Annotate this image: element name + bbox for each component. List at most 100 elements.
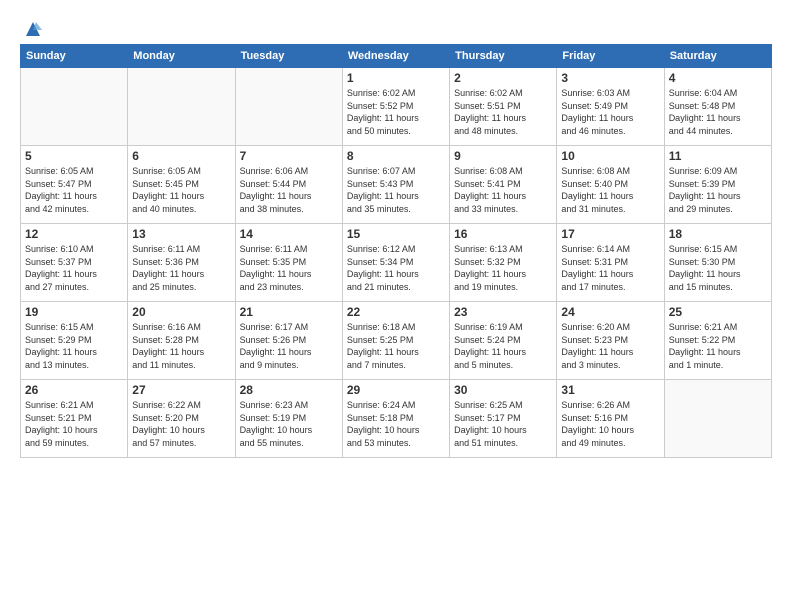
day-number: 6 <box>132 149 230 163</box>
day-info: Sunrise: 6:18 AM Sunset: 5:25 PM Dayligh… <box>347 321 445 371</box>
calendar-cell: 28 Sunrise: 6:23 AM Sunset: 5:19 PM Dayli… <box>235 380 342 458</box>
day-number: 23 <box>454 305 552 319</box>
day-number: 13 <box>132 227 230 241</box>
day-info: Sunrise: 6:20 AM Sunset: 5:23 PM Dayligh… <box>561 321 659 371</box>
weekday-header-sunday: Sunday <box>21 45 128 68</box>
day-number: 1 <box>347 71 445 85</box>
day-info: Sunrise: 6:16 AM Sunset: 5:28 PM Dayligh… <box>132 321 230 371</box>
day-info: Sunrise: 6:12 AM Sunset: 5:34 PM Dayligh… <box>347 243 445 293</box>
day-number: 29 <box>347 383 445 397</box>
calendar-week-row: 26 Sunrise: 6:21 AM Sunset: 5:21 PM Dayli… <box>21 380 772 458</box>
day-number: 30 <box>454 383 552 397</box>
day-info: Sunrise: 6:23 AM Sunset: 5:19 PM Dayligh… <box>240 399 338 449</box>
day-info: Sunrise: 6:11 AM Sunset: 5:36 PM Dayligh… <box>132 243 230 293</box>
weekday-header-tuesday: Tuesday <box>235 45 342 68</box>
weekday-header-wednesday: Wednesday <box>342 45 449 68</box>
calendar-cell <box>21 68 128 146</box>
calendar-cell: 19 Sunrise: 6:15 AM Sunset: 5:29 PM Dayli… <box>21 302 128 380</box>
day-info: Sunrise: 6:25 AM Sunset: 5:17 PM Dayligh… <box>454 399 552 449</box>
calendar-cell: 9 Sunrise: 6:08 AM Sunset: 5:41 PM Daylig… <box>450 146 557 224</box>
day-number: 18 <box>669 227 767 241</box>
day-number: 3 <box>561 71 659 85</box>
calendar-cell: 13 Sunrise: 6:11 AM Sunset: 5:36 PM Dayli… <box>128 224 235 302</box>
day-number: 15 <box>347 227 445 241</box>
day-info: Sunrise: 6:13 AM Sunset: 5:32 PM Dayligh… <box>454 243 552 293</box>
day-info: Sunrise: 6:02 AM Sunset: 5:52 PM Dayligh… <box>347 87 445 137</box>
day-info: Sunrise: 6:15 AM Sunset: 5:29 PM Dayligh… <box>25 321 123 371</box>
calendar-cell: 15 Sunrise: 6:12 AM Sunset: 5:34 PM Dayli… <box>342 224 449 302</box>
header <box>20 18 772 38</box>
day-info: Sunrise: 6:02 AM Sunset: 5:51 PM Dayligh… <box>454 87 552 137</box>
calendar-cell: 11 Sunrise: 6:09 AM Sunset: 5:39 PM Dayli… <box>664 146 771 224</box>
calendar-cell: 12 Sunrise: 6:10 AM Sunset: 5:37 PM Dayli… <box>21 224 128 302</box>
calendar-cell: 8Sunrise: 6:07 AM Sunset: 5:43 PM Daylig… <box>342 146 449 224</box>
calendar-cell: 26 Sunrise: 6:21 AM Sunset: 5:21 PM Dayli… <box>21 380 128 458</box>
calendar-table: SundayMondayTuesdayWednesdayThursdayFrid… <box>20 44 772 458</box>
logo <box>20 18 42 38</box>
day-info: Sunrise: 6:03 AM Sunset: 5:49 PM Dayligh… <box>561 87 659 137</box>
day-number: 11 <box>669 149 767 163</box>
weekday-header-thursday: Thursday <box>450 45 557 68</box>
weekday-header-friday: Friday <box>557 45 664 68</box>
calendar-cell: 27Sunrise: 6:22 AM Sunset: 5:20 PM Dayli… <box>128 380 235 458</box>
calendar-cell: 1 Sunrise: 6:02 AM Sunset: 5:52 PM Daylig… <box>342 68 449 146</box>
day-info: Sunrise: 6:15 AM Sunset: 5:30 PM Dayligh… <box>669 243 767 293</box>
calendar-week-row: 5Sunrise: 6:05 AM Sunset: 5:47 PM Daylig… <box>21 146 772 224</box>
calendar-cell: 30 Sunrise: 6:25 AM Sunset: 5:17 PM Dayli… <box>450 380 557 458</box>
calendar-cell: 6 Sunrise: 6:05 AM Sunset: 5:45 PM Daylig… <box>128 146 235 224</box>
day-info: Sunrise: 6:21 AM Sunset: 5:22 PM Dayligh… <box>669 321 767 371</box>
day-info: Sunrise: 6:06 AM Sunset: 5:44 PM Dayligh… <box>240 165 338 215</box>
day-info: Sunrise: 6:17 AM Sunset: 5:26 PM Dayligh… <box>240 321 338 371</box>
day-number: 4 <box>669 71 767 85</box>
day-number: 16 <box>454 227 552 241</box>
day-info: Sunrise: 6:14 AM Sunset: 5:31 PM Dayligh… <box>561 243 659 293</box>
day-number: 7 <box>240 149 338 163</box>
day-number: 9 <box>454 149 552 163</box>
calendar-cell: 14Sunrise: 6:11 AM Sunset: 5:35 PM Dayli… <box>235 224 342 302</box>
day-number: 28 <box>240 383 338 397</box>
calendar-cell: 17 Sunrise: 6:14 AM Sunset: 5:31 PM Dayli… <box>557 224 664 302</box>
day-info: Sunrise: 6:07 AM Sunset: 5:43 PM Dayligh… <box>347 165 445 215</box>
calendar-cell: 16 Sunrise: 6:13 AM Sunset: 5:32 PM Dayli… <box>450 224 557 302</box>
day-number: 21 <box>240 305 338 319</box>
day-info: Sunrise: 6:09 AM Sunset: 5:39 PM Dayligh… <box>669 165 767 215</box>
logo-icon <box>24 20 42 38</box>
calendar-cell: 2 Sunrise: 6:02 AM Sunset: 5:51 PM Daylig… <box>450 68 557 146</box>
day-info: Sunrise: 6:22 AM Sunset: 5:20 PM Dayligh… <box>132 399 230 449</box>
calendar-cell: 25 Sunrise: 6:21 AM Sunset: 5:22 PM Dayli… <box>664 302 771 380</box>
calendar-cell: 29Sunrise: 6:24 AM Sunset: 5:18 PM Dayli… <box>342 380 449 458</box>
calendar-cell: 20 Sunrise: 6:16 AM Sunset: 5:28 PM Dayli… <box>128 302 235 380</box>
calendar-week-row: 1 Sunrise: 6:02 AM Sunset: 5:52 PM Daylig… <box>21 68 772 146</box>
day-info: Sunrise: 6:08 AM Sunset: 5:40 PM Dayligh… <box>561 165 659 215</box>
weekday-header-monday: Monday <box>128 45 235 68</box>
day-number: 20 <box>132 305 230 319</box>
day-info: Sunrise: 6:10 AM Sunset: 5:37 PM Dayligh… <box>25 243 123 293</box>
day-number: 25 <box>669 305 767 319</box>
day-info: Sunrise: 6:08 AM Sunset: 5:41 PM Dayligh… <box>454 165 552 215</box>
calendar-cell: 4Sunrise: 6:04 AM Sunset: 5:48 PM Daylig… <box>664 68 771 146</box>
calendar-cell: 5Sunrise: 6:05 AM Sunset: 5:47 PM Daylig… <box>21 146 128 224</box>
day-number: 19 <box>25 305 123 319</box>
day-number: 22 <box>347 305 445 319</box>
day-number: 10 <box>561 149 659 163</box>
page: SundayMondayTuesdayWednesdayThursdayFrid… <box>0 0 792 612</box>
day-info: Sunrise: 6:26 AM Sunset: 5:16 PM Dayligh… <box>561 399 659 449</box>
day-number: 17 <box>561 227 659 241</box>
calendar-cell: 7 Sunrise: 6:06 AM Sunset: 5:44 PM Daylig… <box>235 146 342 224</box>
day-number: 24 <box>561 305 659 319</box>
calendar-cell: 31Sunrise: 6:26 AM Sunset: 5:16 PM Dayli… <box>557 380 664 458</box>
day-info: Sunrise: 6:21 AM Sunset: 5:21 PM Dayligh… <box>25 399 123 449</box>
calendar-cell: 3 Sunrise: 6:03 AM Sunset: 5:49 PM Daylig… <box>557 68 664 146</box>
day-number: 14 <box>240 227 338 241</box>
calendar-cell <box>128 68 235 146</box>
calendar-cell: 24 Sunrise: 6:20 AM Sunset: 5:23 PM Dayli… <box>557 302 664 380</box>
calendar-cell: 18 Sunrise: 6:15 AM Sunset: 5:30 PM Dayli… <box>664 224 771 302</box>
day-number: 5 <box>25 149 123 163</box>
day-number: 26 <box>25 383 123 397</box>
day-info: Sunrise: 6:05 AM Sunset: 5:45 PM Dayligh… <box>132 165 230 215</box>
calendar-header-row: SundayMondayTuesdayWednesdayThursdayFrid… <box>21 45 772 68</box>
calendar-cell: 21 Sunrise: 6:17 AM Sunset: 5:26 PM Dayli… <box>235 302 342 380</box>
day-number: 2 <box>454 71 552 85</box>
calendar-week-row: 12 Sunrise: 6:10 AM Sunset: 5:37 PM Dayli… <box>21 224 772 302</box>
day-number: 12 <box>25 227 123 241</box>
